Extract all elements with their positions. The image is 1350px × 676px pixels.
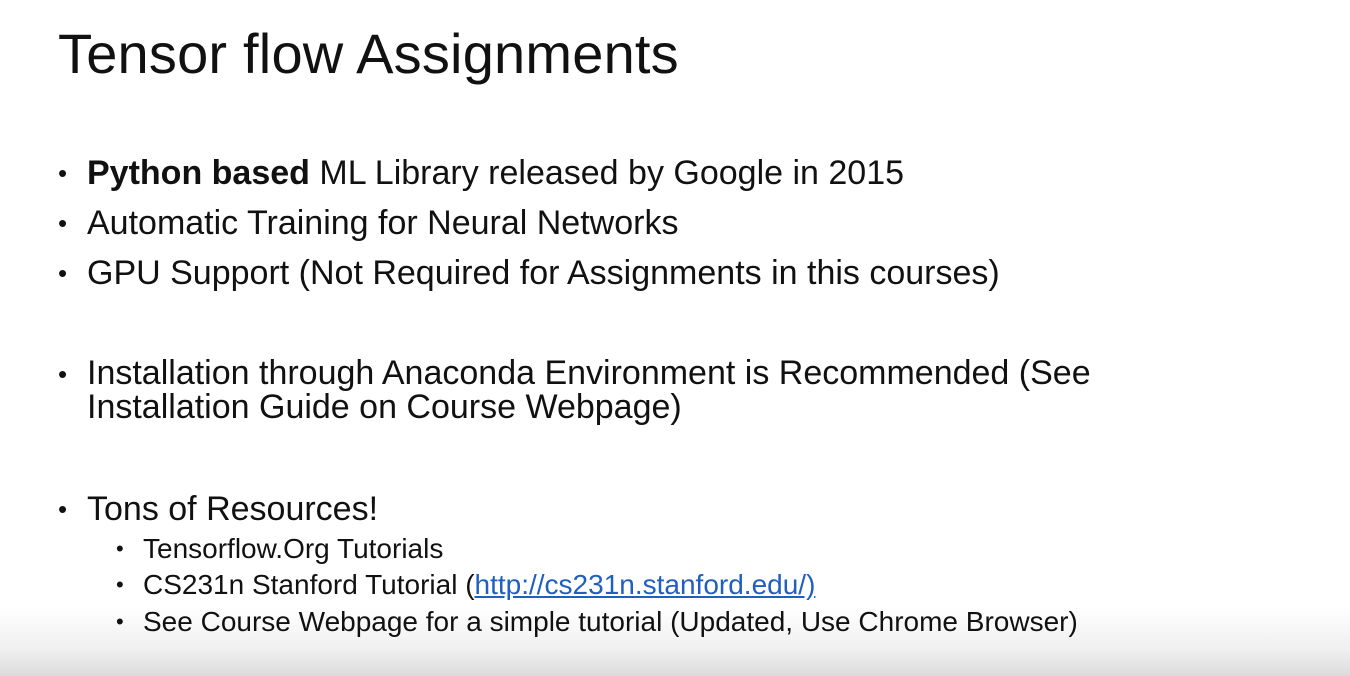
sub-bullet-prefix: CS231n Stanford Tutorial (	[143, 569, 475, 600]
bullet-text: Automatic Training for Neural Networks	[87, 204, 679, 242]
bullet-dot: •	[58, 359, 68, 389]
bullet-text: Python based ML Library released by Goog…	[87, 155, 904, 191]
sub-bullet-dot: •	[116, 572, 124, 597]
bullet-text: Tons of Resources!	[87, 490, 379, 528]
sub-bullet-dot: •	[116, 536, 124, 561]
bullet-dot: •	[58, 208, 68, 238]
bullet-dot: •	[58, 158, 68, 188]
cs231n-link[interactable]: http://cs231n.stanford.edu/)	[475, 569, 816, 600]
bullet-text: Installation through Anaconda Environmen…	[87, 354, 1091, 426]
slide-title: Tensor flow Assignments	[58, 22, 679, 85]
slide: Tensor flow Assignments • Python based M…	[0, 0, 1350, 676]
bullet-rest-text: ML Library released by Google in 2015	[309, 154, 905, 192]
sub-bullet-text: See Course Webpage for a simple tutorial…	[143, 606, 1078, 637]
bullet-text: GPU Support (Not Required for Assignment…	[87, 254, 1000, 292]
sub-bullet-text: Tensorflow.Org Tutorials	[143, 533, 444, 564]
bullet-bold-text: Python based	[87, 154, 310, 192]
bullet-dot: •	[58, 494, 68, 524]
sub-bullet-dot: •	[116, 609, 124, 634]
bullet-dot: •	[58, 258, 68, 288]
sub-bullet-text: CS231n Stanford Tutorial (http://cs231n.…	[143, 568, 815, 602]
